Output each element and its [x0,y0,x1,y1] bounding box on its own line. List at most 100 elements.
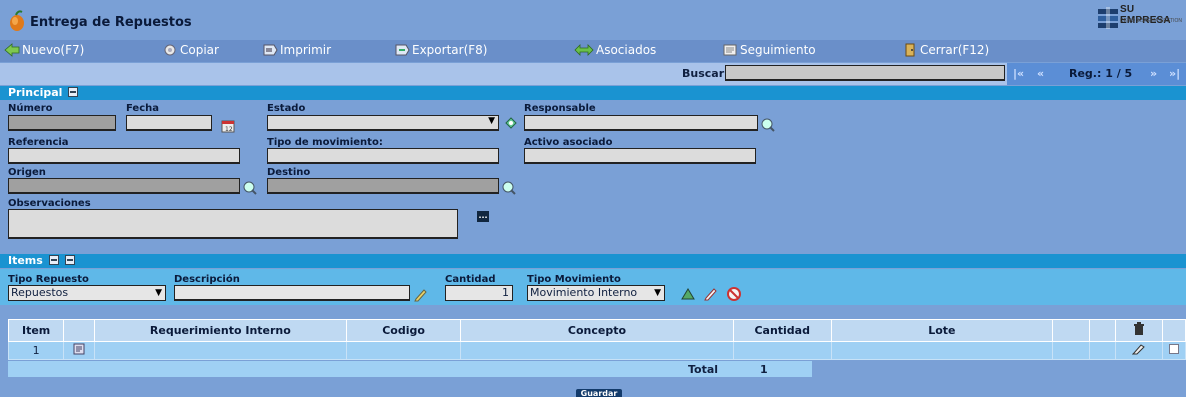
associated-label: Asociados [596,43,657,57]
row-select-cell[interactable] [1162,341,1186,360]
print-button[interactable]: Imprimir [262,43,331,57]
total-value: 1 [760,363,768,376]
destino-field[interactable] [267,178,499,194]
col-extra-1 [1051,319,1090,342]
responsable-label: Responsable [524,103,596,114]
record-navigator: |« « Reg.: 1 / 5 » »| [1007,63,1186,85]
destino-label: Destino [267,167,311,178]
observaciones-textarea[interactable] [8,209,458,239]
cancel-line-icon[interactable] [726,286,742,302]
numero-label: Número [8,103,53,114]
edit-line-icon[interactable] [703,286,719,302]
page-title: Entrega de Repuestos [30,15,192,30]
fecha-field[interactable] [126,115,212,131]
cantidad-label: Cantidad [445,274,496,285]
next-record-button[interactable]: » [1150,67,1157,80]
record-counter: Reg.: 1 / 5 [1069,67,1133,80]
save-button[interactable]: Guardar [576,389,622,397]
add-item-icon[interactable] [64,255,75,265]
row-detail-cell[interactable] [63,341,95,360]
print-icon [263,44,278,56]
row-cantidad [732,341,832,360]
table-header-row: Item Requerimiento Interno Codigo Concep… [7,319,1186,342]
export-button[interactable]: Exportar(F8) [394,43,487,57]
tracking-icon [723,44,737,56]
tipo-movimiento-item-value: Movimiento Interno [530,286,638,299]
edit-description-icon[interactable] [413,287,429,303]
descripcion-label: Descripción [174,274,240,285]
origen-field[interactable] [8,178,240,194]
chevron-down-icon: ▼ [488,116,495,126]
first-record-button[interactable]: |« [1013,67,1024,80]
row-edit-cell[interactable] [1115,341,1164,360]
tipo-movimiento-field[interactable] [267,148,499,164]
new-button[interactable]: Nuevo(F7) [4,43,84,57]
chevron-down-icon: ▼ [155,288,162,298]
more-button[interactable]: ... [477,211,489,222]
detail-icon[interactable] [73,343,85,355]
row-lote [830,341,1053,360]
col-concepto: Concepto [460,319,734,342]
search-responsable-icon[interactable] [760,117,776,133]
search-bar: Buscar |« « Reg.: 1 / 5 » »| [0,63,1186,85]
referencia-label: Referencia [8,137,69,148]
collapse-principal-icon[interactable] [68,87,79,97]
add-line-icon[interactable] [680,286,696,302]
logo-mark-icon [1098,7,1118,29]
search-input[interactable] [725,65,1005,81]
title-bar: Entrega de Repuestos SU EMPRESA DEMO SIS… [0,0,1186,36]
close-icon [905,43,915,57]
tipo-repuesto-select[interactable]: Repuestos ▼ [8,285,166,301]
logo-tagline: DEMO SISTEMA GESTION [1120,18,1182,24]
principal-title: Principal [8,86,63,99]
toolbar: Nuevo(F7) Copiar Imprimir Exportar(F8) A… [0,40,1186,62]
copy-label: Copiar [180,43,219,57]
fecha-label: Fecha [126,103,160,114]
tipo-repuesto-value: Repuestos [11,286,69,299]
search-destino-icon[interactable] [501,180,517,196]
collapse-items-icon[interactable] [48,255,59,265]
origen-label: Origen [8,167,46,178]
items-title: Items [8,254,43,267]
copy-icon [164,44,176,56]
cantidad-field[interactable]: 1 [445,285,513,301]
col-lote: Lote [830,319,1053,342]
col-icon [63,319,95,342]
row-item-number: 1 [7,341,65,360]
tipo-movimiento-item-select[interactable]: Movimiento Interno ▼ [527,285,665,301]
lookup-icon[interactable] [503,115,519,131]
tracking-button[interactable]: Seguimiento [722,43,816,57]
chevron-down-icon: ▼ [654,288,661,298]
prev-record-button[interactable]: « [1037,67,1044,80]
referencia-field[interactable] [8,148,240,164]
responsable-field[interactable] [524,115,758,131]
calendar-icon[interactable]: 12 [220,118,236,134]
close-button[interactable]: Cerrar(F12) [902,43,989,57]
row-checkbox[interactable] [1169,344,1180,354]
observaciones-label: Observaciones [8,198,91,209]
row-extra-1 [1051,341,1090,360]
app-icon [10,10,24,31]
principal-header: Principal [0,86,1186,100]
row-extra-2 [1088,341,1117,360]
edit-row-icon[interactable] [1132,343,1146,355]
numero-field[interactable] [8,115,116,131]
items-header: Items [0,254,1186,268]
company-logo: SU EMPRESA DEMO SISTEMA GESTION [1096,3,1186,35]
row-requerimiento [93,341,347,360]
col-extra-2 [1088,319,1117,342]
new-label: Nuevo(F7) [22,43,85,57]
estado-select[interactable]: ▼ [267,115,499,131]
col-requerimiento: Requerimiento Interno [93,319,347,342]
col-select [1162,319,1186,342]
items-table: Item Requerimiento Interno Codigo Concep… [7,319,1186,360]
col-codigo: Codigo [345,319,462,342]
last-record-button[interactable]: »| [1169,67,1180,80]
descripcion-field[interactable] [174,285,410,301]
copy-button[interactable]: Copiar [162,43,219,57]
col-item: Item [7,319,65,342]
row-codigo [345,341,462,360]
associated-button[interactable]: Asociados [574,43,656,57]
activo-asociado-field[interactable] [524,148,756,164]
search-origen-icon[interactable] [242,180,258,196]
